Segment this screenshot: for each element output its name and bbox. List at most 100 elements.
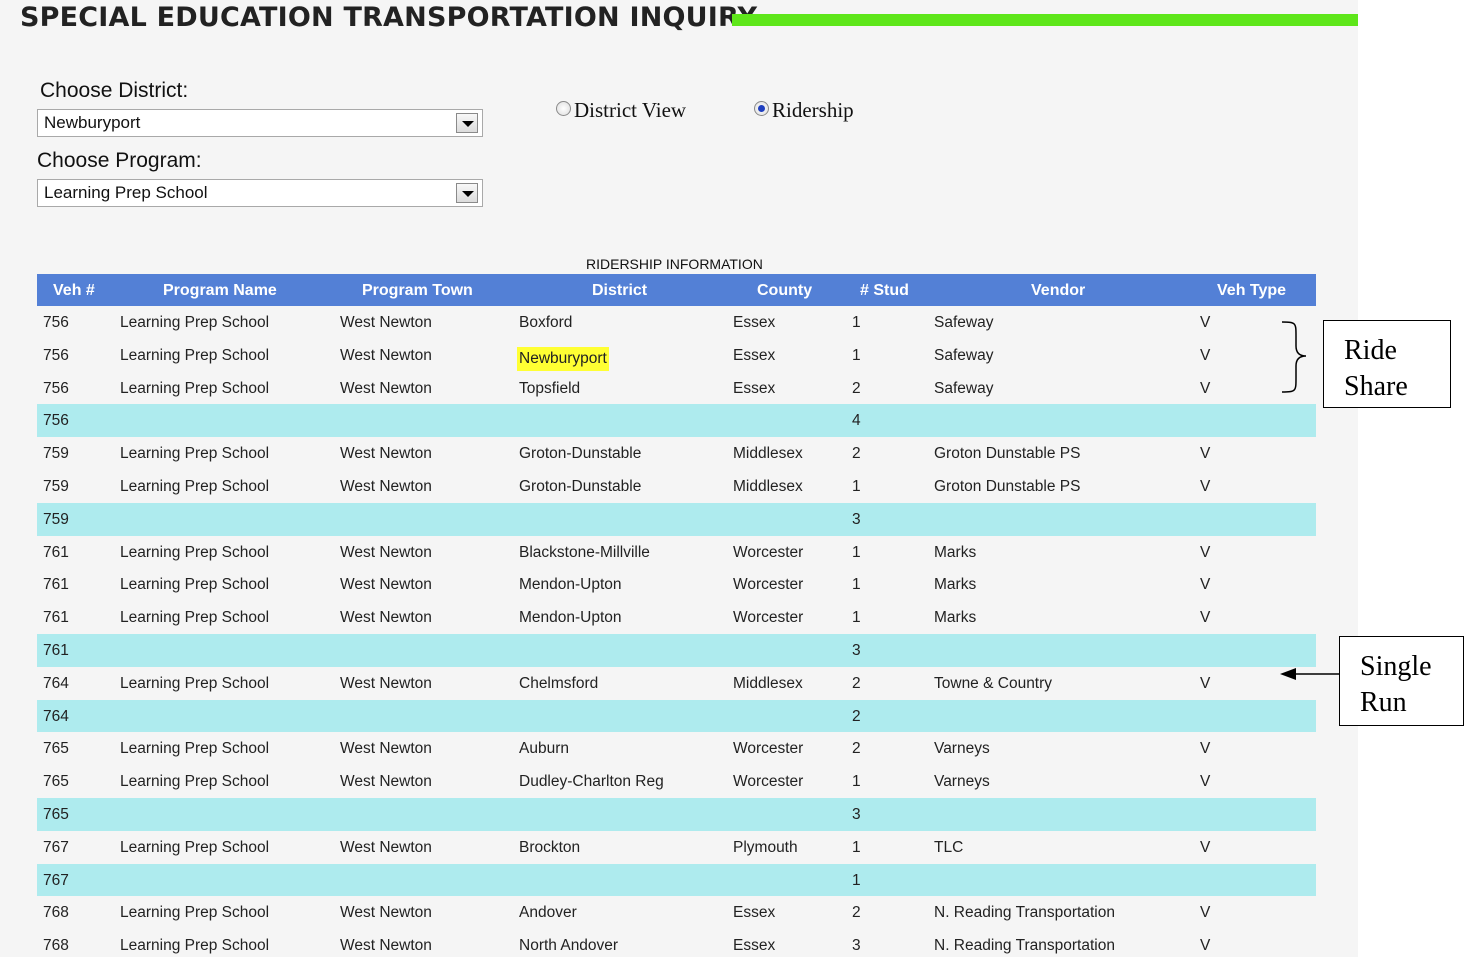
- table-cell: West Newton: [340, 904, 432, 922]
- district-select-value: Newburyport: [44, 113, 141, 132]
- ridership-radio[interactable]: Ridership: [754, 98, 854, 123]
- table-cell: 3: [852, 937, 861, 955]
- table-row: 759 Learning Prep School West Newton Groton…: [37, 470, 1316, 503]
- radio-off-icon[interactable]: [556, 101, 571, 116]
- table-cell: Groton-Dunstable: [519, 445, 642, 463]
- table-cell: Groton Dunstable PS: [934, 477, 1081, 495]
- table-cell: V: [1200, 576, 1211, 594]
- table-cell: Mendon-Upton: [519, 576, 622, 594]
- subtotal-row: 756 4: [37, 404, 1316, 438]
- table-cell: North Andover: [519, 937, 619, 955]
- table-cell: Learning Prep School: [120, 904, 270, 922]
- table-cell: V: [1200, 937, 1211, 955]
- table-cell: Mendon-Upton: [519, 609, 622, 627]
- district-select[interactable]: Newburyport: [37, 109, 483, 137]
- table-row: 768 Learning Prep School West Newton North …: [37, 929, 1316, 962]
- table-cell: Towne & Country: [934, 674, 1053, 692]
- choose-program-label: Choose Program:: [37, 149, 202, 172]
- table-cell: 756: [43, 379, 69, 397]
- page-title: SPECIAL EDUCATION TRANSPORTATION INQUIRY: [20, 2, 758, 33]
- table-cell: 1: [852, 773, 861, 791]
- single-run-note: Single Run: [1339, 636, 1464, 726]
- chevron-down-icon[interactable]: [456, 183, 478, 203]
- table-cell: V: [1200, 838, 1211, 856]
- table-cell: Safeway: [934, 379, 994, 397]
- subtotal-row: 765 3: [37, 797, 1316, 831]
- table-cell: Safeway: [934, 314, 994, 331]
- chevron-down-icon[interactable]: [456, 113, 478, 133]
- choose-district-label: Choose District:: [40, 79, 189, 102]
- table-cell: Essex: [733, 379, 776, 397]
- table-cell: Learning Prep School: [120, 379, 270, 397]
- table-row: 761 Learning Prep School West Newton Blacks…: [37, 536, 1316, 569]
- column-header: Program Name: [163, 282, 277, 299]
- table-cell: Varneys: [934, 773, 990, 791]
- ridership-label: Ridership: [772, 98, 854, 122]
- table-cell: 2: [852, 740, 861, 758]
- district-view-label: District View: [574, 98, 687, 122]
- table-cell: West Newton: [340, 740, 432, 758]
- table-cell: 3: [852, 805, 861, 823]
- table-cell: V: [1200, 379, 1211, 397]
- table-cell: Essex: [733, 314, 776, 331]
- table-row: 765 Learning Prep School West Newton Auburn…: [37, 732, 1316, 765]
- table-cell: Worcester: [733, 773, 804, 791]
- table-cell: 1: [852, 609, 861, 627]
- table-cell: Worcester: [733, 543, 804, 561]
- table-cell: Marks: [934, 576, 977, 594]
- table-row: 756 Learning Prep School West Newton Boxfor…: [37, 306, 1316, 339]
- table-cell: Learning Prep School: [120, 477, 270, 495]
- table-cell: 756: [43, 412, 69, 430]
- table-row: 765 Learning Prep School West Newton Dudley…: [37, 765, 1316, 798]
- table-row: 767 Learning Prep School West Newton Brockt…: [37, 831, 1316, 864]
- program-select[interactable]: Learning Prep School: [37, 179, 483, 207]
- table-cell: West Newton: [340, 773, 432, 791]
- district-view-radio[interactable]: District View: [556, 98, 686, 123]
- table-cell: Essex: [733, 346, 776, 364]
- table-cell: Worcester: [733, 740, 804, 758]
- table-cell: V: [1200, 477, 1211, 495]
- table-row: 768 Learning Prep School West Newton Andove…: [37, 896, 1316, 929]
- table-cell: Middlesex: [733, 445, 803, 463]
- table-cell: Plymouth: [733, 838, 798, 856]
- table-cell: West Newton: [340, 937, 432, 955]
- table-cell: V: [1200, 904, 1211, 922]
- table-cell: V: [1200, 346, 1211, 364]
- table-caption: RIDERSHIP INFORMATION: [586, 256, 763, 272]
- ride-share-note: Ride Share: [1323, 320, 1451, 408]
- table-cell: West Newton: [340, 445, 432, 463]
- table-cell: Brockton: [519, 838, 581, 856]
- table-cell: 2: [852, 379, 861, 397]
- table-cell: 3: [852, 510, 861, 528]
- table-cell: 1: [852, 576, 861, 594]
- table-cell: Marks: [934, 609, 977, 627]
- table-cell: Essex: [733, 904, 776, 922]
- table-cell: Worcester: [733, 576, 804, 594]
- table-cell: V: [1200, 674, 1211, 692]
- table-cell: Auburn: [519, 740, 569, 758]
- table-cell: Topsfield: [519, 379, 581, 397]
- table-cell: Learning Prep School: [120, 609, 270, 627]
- table-cell: 761: [43, 609, 69, 627]
- table-cell: 765: [43, 805, 69, 823]
- table-cell: Chelmsford: [519, 674, 599, 692]
- radio-on-icon[interactable]: [754, 101, 769, 116]
- table-row: 756 Learning Prep School West Newton Newbur…: [37, 339, 1316, 372]
- table-cell: Marks: [934, 543, 977, 561]
- table-cell: Learning Prep School: [120, 576, 270, 594]
- table-cell: Worcester: [733, 609, 804, 627]
- column-header: Veh #: [53, 282, 95, 299]
- subtotal-row: 761 3: [37, 633, 1316, 667]
- table-cell: 2: [852, 674, 861, 692]
- table-cell: 764: [43, 674, 69, 692]
- table-cell: 1: [852, 543, 861, 561]
- table-cell: TLC: [934, 838, 964, 856]
- table-cell: 764: [43, 707, 69, 725]
- table-cell: 1: [852, 346, 861, 364]
- table-cell: 765: [43, 740, 69, 758]
- table-cell: Newburyport: [517, 346, 609, 371]
- title-accent-bar: [732, 14, 1358, 26]
- column-header: Vendor: [1031, 282, 1086, 299]
- table-cell: West Newton: [340, 543, 432, 561]
- table-cell: 1: [852, 314, 861, 331]
